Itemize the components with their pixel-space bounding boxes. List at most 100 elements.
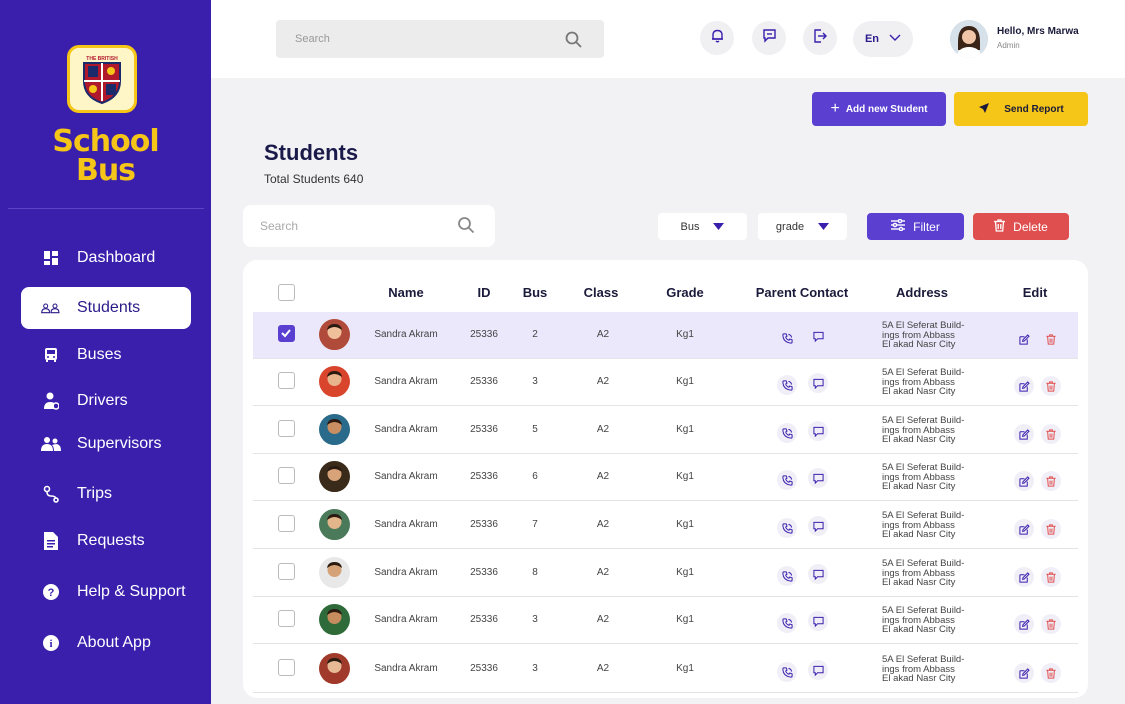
trash-icon (1046, 333, 1056, 345)
message-parent-button[interactable] (808, 660, 828, 680)
phone-icon (781, 570, 793, 582)
sidebar-item-supervisors[interactable]: Supervisors (21, 423, 191, 465)
delete-student-button[interactable] (1041, 376, 1061, 396)
cell-id: 25336 (470, 329, 498, 340)
table-row[interactable]: Sandra Akram 25336 6 A2 Kg1 5A El Sefera… (253, 454, 1078, 501)
cell-name: Sandra Akram (374, 329, 438, 340)
notifications-button[interactable] (700, 21, 734, 55)
delete-student-button[interactable] (1041, 471, 1061, 491)
student-avatar (319, 414, 350, 445)
table-row[interactable]: Sandra Akram 25336 8 A2 Kg1 5A El Sefera… (253, 550, 1078, 597)
column-header-address[interactable]: Address (896, 285, 948, 300)
avatar[interactable] (950, 20, 988, 58)
column-header-name[interactable]: Name (388, 285, 423, 300)
search-icon[interactable] (457, 216, 475, 239)
row-checkbox[interactable] (278, 659, 295, 676)
call-parent-button[interactable] (777, 566, 797, 586)
delete-student-button[interactable] (1041, 663, 1061, 683)
row-checkbox[interactable] (278, 515, 295, 532)
table-row[interactable]: Sandra Akram 25336 3 A2 Kg1 5A El Sefera… (253, 359, 1078, 406)
edit-student-button[interactable] (1014, 329, 1034, 349)
call-parent-button[interactable] (777, 328, 797, 348)
sidebar-item-help-support[interactable]: ? Help & Support (21, 571, 191, 613)
sidebar-item-dashboard[interactable]: Dashboard (21, 237, 191, 279)
cell-class: A2 (596, 567, 610, 578)
row-checkbox[interactable] (278, 325, 295, 342)
cell-class: A2 (596, 471, 610, 482)
sidebar-item-about-app[interactable]: i About App (21, 622, 191, 664)
send-report-button[interactable]: Send Report (954, 92, 1088, 126)
address-line: El akad Nasr City (882, 624, 956, 635)
row-checkbox[interactable] (278, 420, 295, 437)
message-parent-button[interactable] (808, 611, 828, 631)
svg-text:i: i (49, 638, 52, 650)
user-role: Admin (997, 41, 1020, 50)
filter-button[interactable]: Filter (867, 213, 964, 240)
message-parent-button[interactable] (808, 373, 828, 393)
column-header-id[interactable]: ID (478, 285, 491, 300)
sidebar-item-trips[interactable]: Trips (21, 473, 191, 515)
cell-bus: 8 (532, 567, 538, 578)
delete-student-button[interactable] (1041, 329, 1061, 349)
add-new-student-button[interactable]: + Add new Student (812, 92, 946, 126)
global-search-input[interactable] (276, 20, 604, 58)
delete-student-button[interactable] (1041, 567, 1061, 587)
delete-student-button[interactable] (1041, 424, 1061, 444)
table-row[interactable]: Sandra Akram 25336 2 A2 Kg1 5A El Sefera… (253, 312, 1078, 359)
call-parent-button[interactable] (777, 518, 797, 538)
table-row[interactable]: Sandra Akram 25336 7 A2 Kg1 5A El Sefera… (253, 502, 1078, 549)
edit-student-button[interactable] (1014, 424, 1034, 444)
select-all-checkbox[interactable] (278, 284, 295, 301)
student-avatar (319, 653, 350, 684)
edit-student-button[interactable] (1014, 614, 1034, 634)
column-header-bus[interactable]: Bus (523, 285, 548, 300)
message-parent-button[interactable] (808, 516, 828, 536)
call-parent-button[interactable] (777, 375, 797, 395)
trips-icon (41, 484, 61, 504)
cell-address: 5A El Seferat Build- ings from Abbass El… (882, 321, 982, 350)
call-parent-button[interactable] (777, 423, 797, 443)
row-checkbox[interactable] (278, 372, 295, 389)
chat-icon (812, 378, 824, 389)
message-parent-button[interactable] (808, 421, 828, 441)
search-icon[interactable] (565, 31, 582, 53)
edit-student-button[interactable] (1014, 471, 1034, 491)
table-row[interactable]: Sandra Akram 25336 3 A2 Kg1 5A El Sefera… (253, 597, 1078, 644)
sidebar-item-drivers[interactable]: Drivers (21, 380, 191, 422)
table-row[interactable]: Sandra Akram 25336 3 A2 Kg1 5A El Sefera… (253, 646, 1078, 693)
edit-student-button[interactable] (1014, 663, 1034, 683)
cell-class: A2 (596, 329, 610, 340)
trash-icon (1046, 380, 1056, 392)
column-header-edit[interactable]: Edit (1023, 285, 1048, 300)
language-select[interactable]: En (853, 21, 913, 57)
sidebar-item-buses[interactable]: Buses (21, 334, 191, 376)
delete-student-button[interactable] (1041, 519, 1061, 539)
sidebar-item-students[interactable]: Students (21, 287, 191, 329)
row-checkbox[interactable] (278, 563, 295, 580)
edit-student-button[interactable] (1014, 376, 1034, 396)
cell-id: 25336 (470, 663, 498, 674)
logout-button[interactable] (803, 21, 837, 55)
call-parent-button[interactable] (777, 470, 797, 490)
messages-button[interactable] (752, 21, 786, 55)
column-header-class[interactable]: Class (584, 285, 619, 300)
edit-student-button[interactable] (1014, 567, 1034, 587)
message-parent-button[interactable] (808, 468, 828, 488)
call-parent-button[interactable] (777, 662, 797, 682)
column-header-grade[interactable]: Grade (666, 285, 704, 300)
help-icon: ? (41, 582, 61, 602)
message-parent-button[interactable] (808, 564, 828, 584)
edit-student-button[interactable] (1014, 519, 1034, 539)
row-checkbox[interactable] (278, 467, 295, 484)
column-header-parent-contact[interactable]: Parent Contact (756, 285, 848, 300)
row-checkbox[interactable] (278, 610, 295, 627)
language-value: En (864, 33, 880, 45)
call-parent-button[interactable] (777, 613, 797, 633)
table-row[interactable]: Sandra Akram 25336 5 A2 Kg1 5A El Sefera… (253, 407, 1078, 454)
grade-select[interactable]: grade (758, 213, 847, 240)
message-parent-button[interactable] (808, 326, 828, 346)
delete-student-button[interactable] (1041, 614, 1061, 634)
delete-button[interactable]: Delete (973, 213, 1069, 240)
sidebar-item-requests[interactable]: Requests (21, 520, 191, 562)
bus-select[interactable]: Bus (658, 213, 747, 240)
